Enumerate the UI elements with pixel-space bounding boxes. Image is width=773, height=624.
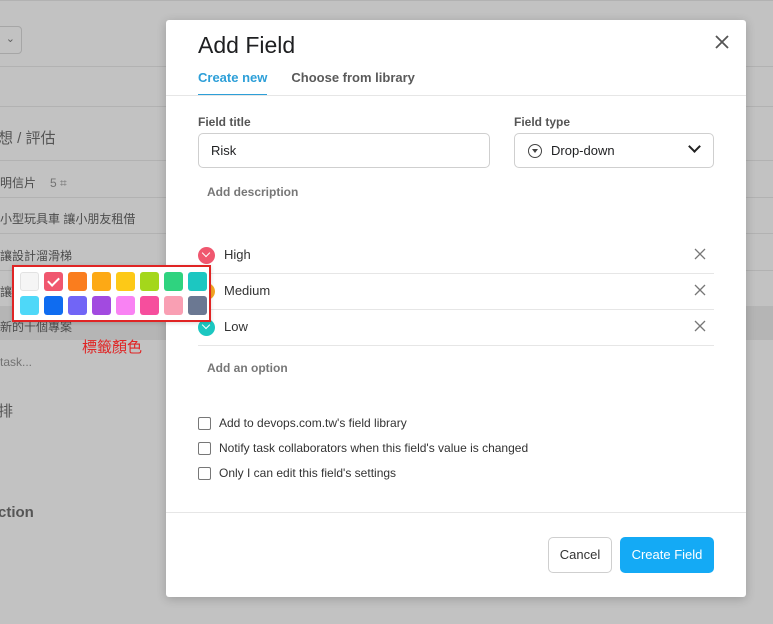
color-swatch[interactable] bbox=[164, 272, 183, 291]
notify-checkbox[interactable] bbox=[198, 441, 211, 455]
field-type-label: Field type bbox=[514, 115, 571, 129]
color-swatch[interactable] bbox=[44, 272, 63, 291]
checkbox-label: Add to devops.com.tw's field library bbox=[219, 416, 407, 430]
library-checkbox-row[interactable]: Add to devops.com.tw's field library bbox=[198, 416, 407, 430]
color-swatch[interactable] bbox=[92, 296, 111, 315]
dropdown-type-icon bbox=[528, 144, 542, 158]
create-field-button[interactable]: Create Field bbox=[620, 537, 714, 573]
field-type-select[interactable]: Drop-down bbox=[514, 133, 714, 168]
color-swatch[interactable] bbox=[164, 296, 183, 315]
chevron-down-icon bbox=[688, 140, 701, 153]
checkbox-label: Notify task collaborators when this fiel… bbox=[219, 441, 529, 455]
color-swatch[interactable] bbox=[116, 296, 135, 315]
library-checkbox[interactable] bbox=[198, 416, 211, 430]
add-field-dialog: Add Field Create new Choose from library… bbox=[166, 20, 746, 597]
option-row[interactable]: Medium bbox=[198, 274, 714, 310]
dialog-title: Add Field bbox=[198, 32, 296, 58]
only-me-checkbox[interactable] bbox=[198, 466, 211, 480]
color-swatch[interactable] bbox=[68, 272, 87, 291]
option-label[interactable]: High bbox=[224, 247, 251, 262]
color-palette bbox=[12, 265, 211, 322]
color-swatch[interactable] bbox=[44, 296, 63, 315]
color-swatch[interactable] bbox=[116, 272, 135, 291]
tab-create-new[interactable]: Create new bbox=[198, 70, 268, 96]
option-row[interactable]: Low bbox=[198, 310, 714, 346]
tab-choose-from-library[interactable]: Choose from library bbox=[291, 70, 415, 96]
option-label[interactable]: Low bbox=[224, 319, 248, 334]
field-type-value: Drop-down bbox=[551, 143, 615, 158]
field-title-input[interactable]: Risk bbox=[198, 133, 490, 168]
cancel-button[interactable]: Cancel bbox=[548, 537, 612, 573]
notify-checkbox-row[interactable]: Notify task collaborators when this fiel… bbox=[198, 441, 528, 455]
color-swatch[interactable] bbox=[140, 272, 159, 291]
color-swatch[interactable] bbox=[92, 272, 111, 291]
remove-option-icon[interactable] bbox=[694, 284, 706, 296]
color-swatch[interactable] bbox=[188, 296, 207, 315]
add-description-link[interactable]: Add description bbox=[207, 185, 298, 199]
palette-caption: 標籤顏色 bbox=[82, 339, 143, 356]
dialog-tabs: Create new Choose from library bbox=[198, 70, 415, 96]
color-swatch[interactable] bbox=[20, 296, 39, 315]
option-color-icon[interactable] bbox=[198, 247, 215, 264]
remove-option-icon[interactable] bbox=[694, 248, 706, 260]
color-swatch[interactable] bbox=[140, 296, 159, 315]
checkbox-label: Only I can edit this field's settings bbox=[219, 466, 397, 480]
add-option-link[interactable]: Add an option bbox=[207, 361, 288, 375]
color-swatch[interactable] bbox=[20, 272, 39, 291]
field-title-label: Field title bbox=[198, 115, 251, 129]
color-swatch[interactable] bbox=[68, 296, 87, 315]
remove-option-icon[interactable] bbox=[694, 320, 706, 332]
option-label[interactable]: Medium bbox=[224, 283, 270, 298]
only-me-checkbox-row[interactable]: Only I can edit this field's settings bbox=[198, 466, 396, 480]
color-swatch[interactable] bbox=[188, 272, 207, 291]
close-icon[interactable] bbox=[712, 32, 732, 52]
option-row[interactable]: High bbox=[198, 238, 714, 274]
